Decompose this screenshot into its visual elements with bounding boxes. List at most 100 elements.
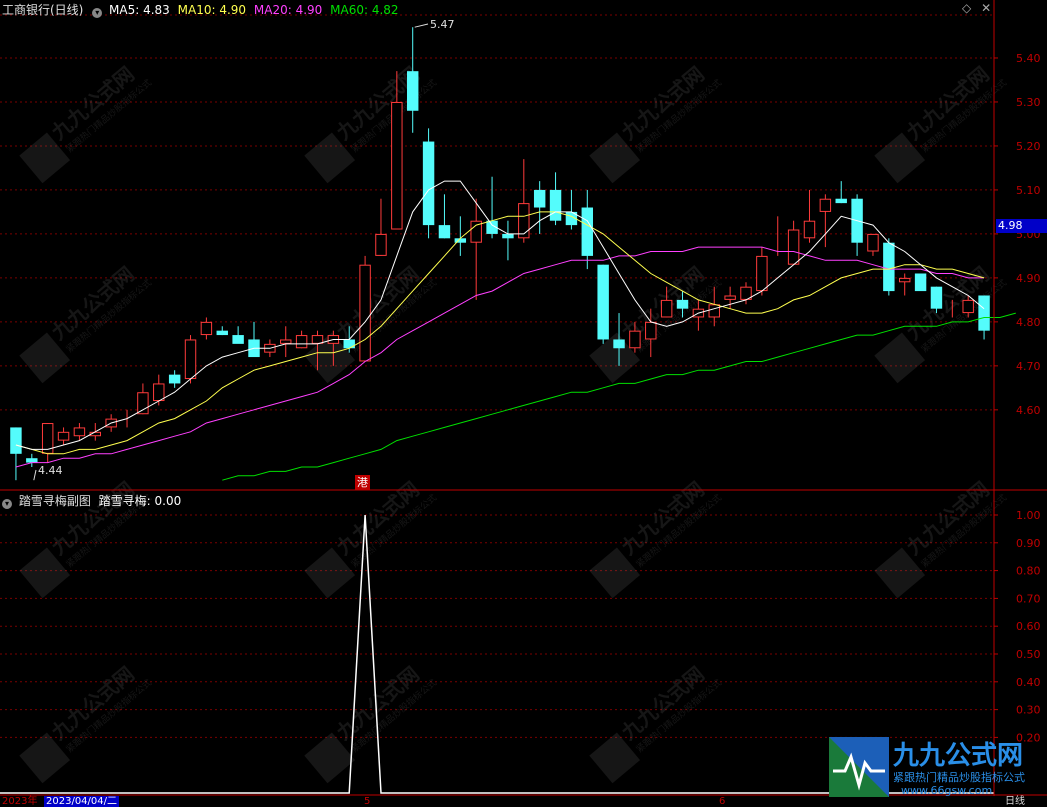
candle[interactable]: [10, 427, 22, 481]
candle-body: [184, 339, 197, 380]
ma10-value: MA10: 4.90: [177, 3, 247, 17]
high-marker-line: [414, 23, 429, 28]
candle-body: [787, 229, 800, 265]
candle[interactable]: [280, 326, 292, 358]
watermark-tile: 九九公式网紧跟热门精品炒股指标公式: [589, 62, 724, 184]
main-tick-label: 4.80: [1016, 316, 1041, 329]
candle[interactable]: [486, 176, 498, 239]
candle[interactable]: [803, 189, 816, 243]
candle-body: [819, 198, 832, 212]
candle-body: [232, 335, 244, 344]
main-tick-label: 4.90: [1016, 272, 1041, 285]
watermark-tile: 九九公式网紧跟热门精品炒股指标公式: [19, 62, 154, 184]
candle[interactable]: [502, 220, 514, 261]
candle[interactable]: [359, 255, 371, 362]
candle-body: [10, 427, 22, 454]
watermark-tile: 九九公式网紧跟热门精品炒股指标公式: [19, 262, 154, 384]
candle[interactable]: [518, 159, 530, 243]
candle[interactable]: [406, 27, 419, 133]
candle-body: [930, 286, 943, 309]
candle-body: [153, 383, 165, 402]
candle[interactable]: [295, 330, 308, 349]
candle-body: [295, 335, 308, 349]
candle[interactable]: [819, 194, 832, 248]
sub-tick-label: 1.00: [1016, 509, 1041, 522]
candle[interactable]: [549, 172, 562, 226]
candle[interactable]: [787, 220, 800, 265]
candle-body: [756, 255, 768, 292]
main-tick-label: 5.40: [1016, 52, 1041, 65]
candle[interactable]: [914, 273, 927, 292]
watermark-tile: 九九公式网紧跟热门精品炒股指标公式: [19, 662, 154, 784]
candle[interactable]: [898, 273, 911, 296]
candle-body: [57, 431, 70, 441]
ma5-value: MA5: 4.83: [109, 3, 170, 17]
grid-layer: [0, 14, 994, 738]
sub-indicator-value: 踏雪寻梅: 0.00: [98, 494, 182, 508]
main-chart-header: 工商银行(日线) ▾ MA5: 4.83 MA10: 4.90 MA20: 4.…: [2, 1, 399, 18]
sub-indicator-title[interactable]: 踏雪寻梅副图: [19, 494, 91, 508]
candle[interactable]: [470, 198, 482, 300]
candle[interactable]: [581, 189, 594, 270]
candle-body: [375, 233, 387, 256]
candle-body: [867, 233, 879, 252]
watermark-tile: 九九公式网紧跟热门精品炒股指标公式: [589, 477, 724, 599]
logo-slogan-text: 紧跟热门精品炒股指标公式: [893, 771, 1025, 784]
candle-body: [803, 220, 816, 239]
window-controls: ◇ ✕: [962, 1, 991, 15]
candle[interactable]: [533, 181, 546, 234]
ma20-value: MA20: 4.90: [253, 3, 323, 17]
sub-tick-label: 0.70: [1016, 592, 1041, 605]
candle[interactable]: [422, 128, 435, 239]
watermark-tile: 九九公式网紧跟热门精品炒股指标公式: [304, 62, 439, 184]
candle-body: [280, 339, 292, 344]
high-price-annotation: 5.47: [430, 18, 455, 31]
candle-body: [708, 304, 720, 318]
watermark-tile: 九九公式网紧跟热门精品炒股指标公式: [304, 477, 439, 599]
candle[interactable]: [248, 321, 260, 358]
candle-body: [724, 295, 736, 300]
candle[interactable]: [438, 194, 451, 239]
candle-body: [914, 273, 927, 292]
candle-body: [533, 189, 546, 208]
candle[interactable]: [454, 216, 467, 256]
candle[interactable]: [168, 370, 181, 388]
sub-collapse-icon[interactable]: ▾: [2, 499, 12, 509]
candle[interactable]: [375, 198, 387, 256]
diamond-icon[interactable]: ◇: [962, 1, 971, 15]
candle[interactable]: [41, 423, 54, 463]
candle-body: [613, 339, 625, 349]
sub-tick-label: 0.50: [1016, 648, 1041, 661]
candle-body: [629, 330, 641, 349]
ma5-line: [15, 180, 985, 450]
candle-body: [676, 299, 689, 309]
candle[interactable]: [867, 233, 879, 256]
candle[interactable]: [835, 181, 847, 204]
candle[interactable]: [883, 238, 895, 296]
main-tick-label: 4.70: [1016, 360, 1041, 373]
candle[interactable]: [232, 326, 244, 344]
candle[interactable]: [565, 189, 578, 230]
main-tick-label: 4.60: [1016, 404, 1041, 417]
candle-body: [311, 335, 324, 344]
moving-average-layer: [15, 23, 1016, 481]
candle[interactable]: [73, 423, 86, 441]
collapse-toggle-icon[interactable]: ▾: [92, 8, 103, 18]
sub-tick-label: 0.40: [1016, 676, 1041, 689]
stock-name[interactable]: 工商银行(日线): [2, 3, 83, 17]
candle[interactable]: [216, 326, 228, 336]
candle-body: [26, 458, 38, 463]
candle-body: [597, 264, 609, 340]
sub-tick-label: 0.30: [1016, 704, 1041, 717]
event-tag[interactable]: 港: [355, 475, 370, 490]
candle[interactable]: [597, 264, 609, 344]
date-cursor-label[interactable]: 2023/04/04/二: [44, 796, 120, 807]
candle[interactable]: [200, 317, 213, 340]
year-label: 2023年: [2, 796, 38, 807]
candle[interactable]: [57, 427, 70, 446]
candle-body: [406, 71, 419, 111]
candle[interactable]: [851, 194, 863, 256]
month-6-label: 6: [719, 796, 726, 807]
candle[interactable]: [26, 453, 38, 468]
close-icon[interactable]: ✕: [981, 1, 991, 15]
